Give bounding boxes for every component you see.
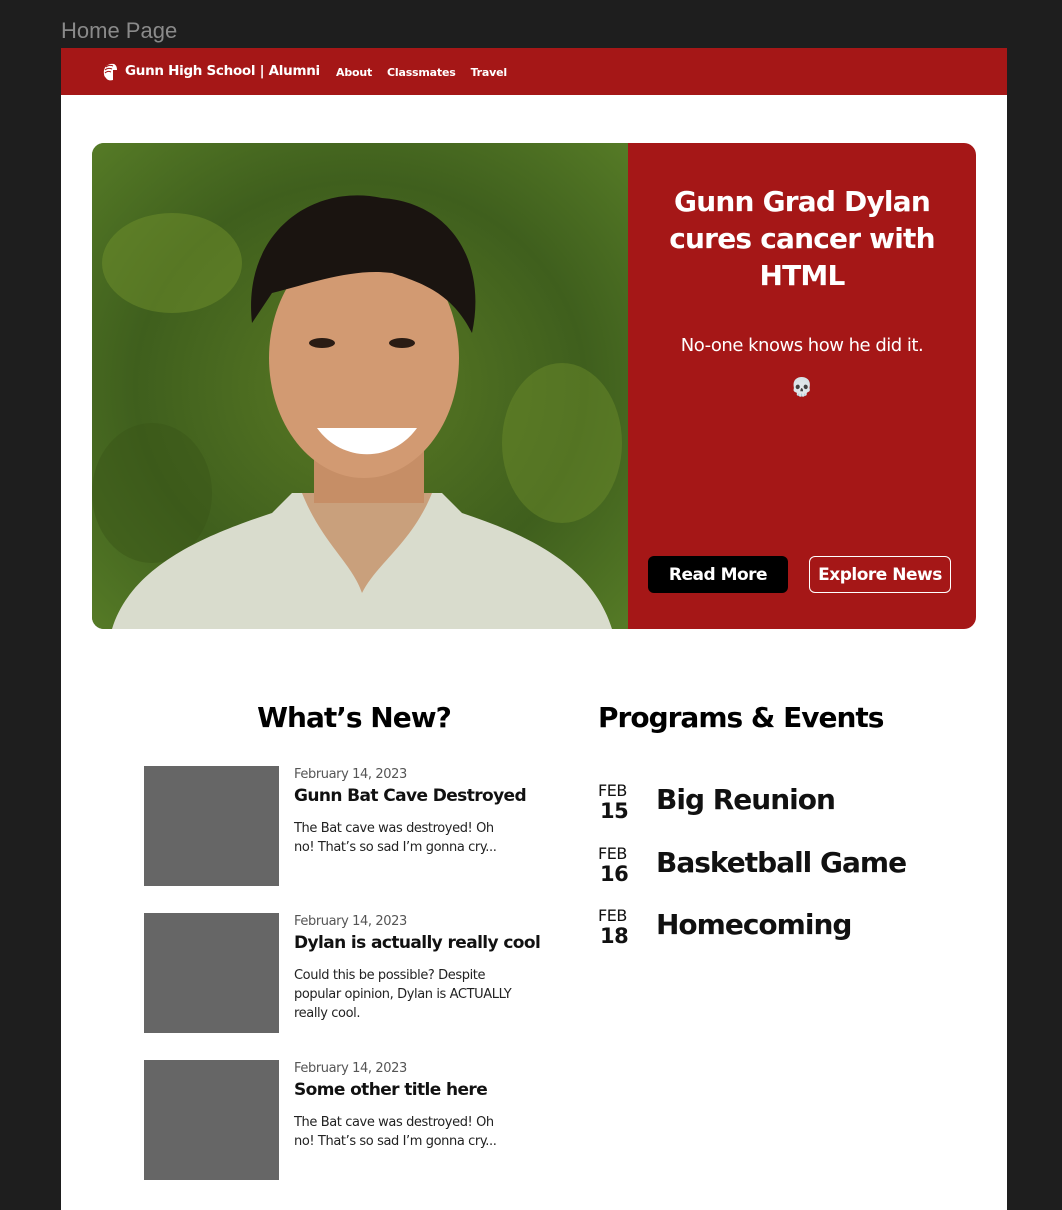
event-name[interactable]: Basketball Game: [656, 846, 907, 879]
news-title[interactable]: Gunn Bat Cave Destroyed: [294, 786, 527, 806]
whats-new-heading: What’s New?: [257, 701, 452, 734]
nav-link-travel[interactable]: Travel: [471, 66, 508, 79]
event-item[interactable]: FEB 15 Big Reunion: [598, 781, 958, 831]
event-item[interactable]: FEB 16 Basketball Game: [598, 844, 958, 894]
hero-image: [92, 143, 628, 629]
news-thumbnail: [144, 913, 279, 1033]
frame-label: Home Page: [61, 18, 178, 43]
news-item[interactable]: February 14, 2023 Dylan is actually real…: [144, 913, 564, 1034]
news-date: February 14, 2023: [294, 767, 407, 782]
news-item[interactable]: February 14, 2023 Gunn Bat Cave Destroye…: [144, 766, 564, 887]
event-month: FEB: [598, 781, 627, 800]
nav-link-about[interactable]: About: [336, 66, 372, 79]
hero-card: Gunn Grad Dylan cures cancer with HTML N…: [92, 143, 976, 629]
brand-link[interactable]: Gunn High School | Alumni: [125, 63, 320, 79]
event-item[interactable]: FEB 18 Homecoming: [598, 906, 958, 956]
news-excerpt: The Bat cave was destroyed! Oh no! That’…: [294, 1115, 497, 1149]
event-month: FEB: [598, 906, 627, 925]
event-name[interactable]: Big Reunion: [656, 783, 836, 816]
news-title[interactable]: Some other title here: [294, 1080, 488, 1100]
hero-panel: Gunn Grad Dylan cures cancer with HTML N…: [628, 143, 976, 629]
skull-icon: 💀: [790, 377, 814, 397]
read-more-button[interactable]: Read More: [648, 556, 788, 593]
hero-title: Gunn Grad Dylan cures cancer with HTML: [669, 185, 935, 292]
news-excerpt: The Bat cave was destroyed! Oh no! That’…: [294, 821, 497, 855]
nav-links: About Classmates Travel: [336, 66, 507, 79]
news-thumbnail: [144, 1060, 279, 1180]
news-date: February 14, 2023: [294, 914, 407, 929]
event-name[interactable]: Homecoming: [656, 908, 852, 941]
nav-link-classmates[interactable]: Classmates: [387, 66, 456, 79]
event-month: FEB: [598, 844, 627, 863]
hero-subtitle: No-one knows how he did it.: [680, 335, 924, 356]
event-day: 15: [600, 799, 629, 823]
spartan-helmet-icon: [103, 63, 117, 81]
programs-events-heading: Programs & Events: [598, 701, 884, 734]
portrait-illustration: [92, 143, 628, 629]
event-day: 18: [600, 924, 629, 948]
home-page: Gunn High School | Alumni About Classmat…: [61, 48, 1007, 1210]
navbar: Gunn High School | Alumni About Classmat…: [61, 48, 1007, 95]
explore-news-button[interactable]: Explore News: [809, 556, 951, 593]
news-date: February 14, 2023: [294, 1061, 407, 1076]
news-thumbnail: [144, 766, 279, 886]
news-title[interactable]: Dylan is actually really cool: [294, 933, 541, 953]
news-excerpt: Could this be possible? Despite popular …: [294, 968, 512, 1021]
news-item[interactable]: February 14, 2023 Some other title here …: [144, 1060, 564, 1181]
event-day: 16: [600, 862, 629, 886]
